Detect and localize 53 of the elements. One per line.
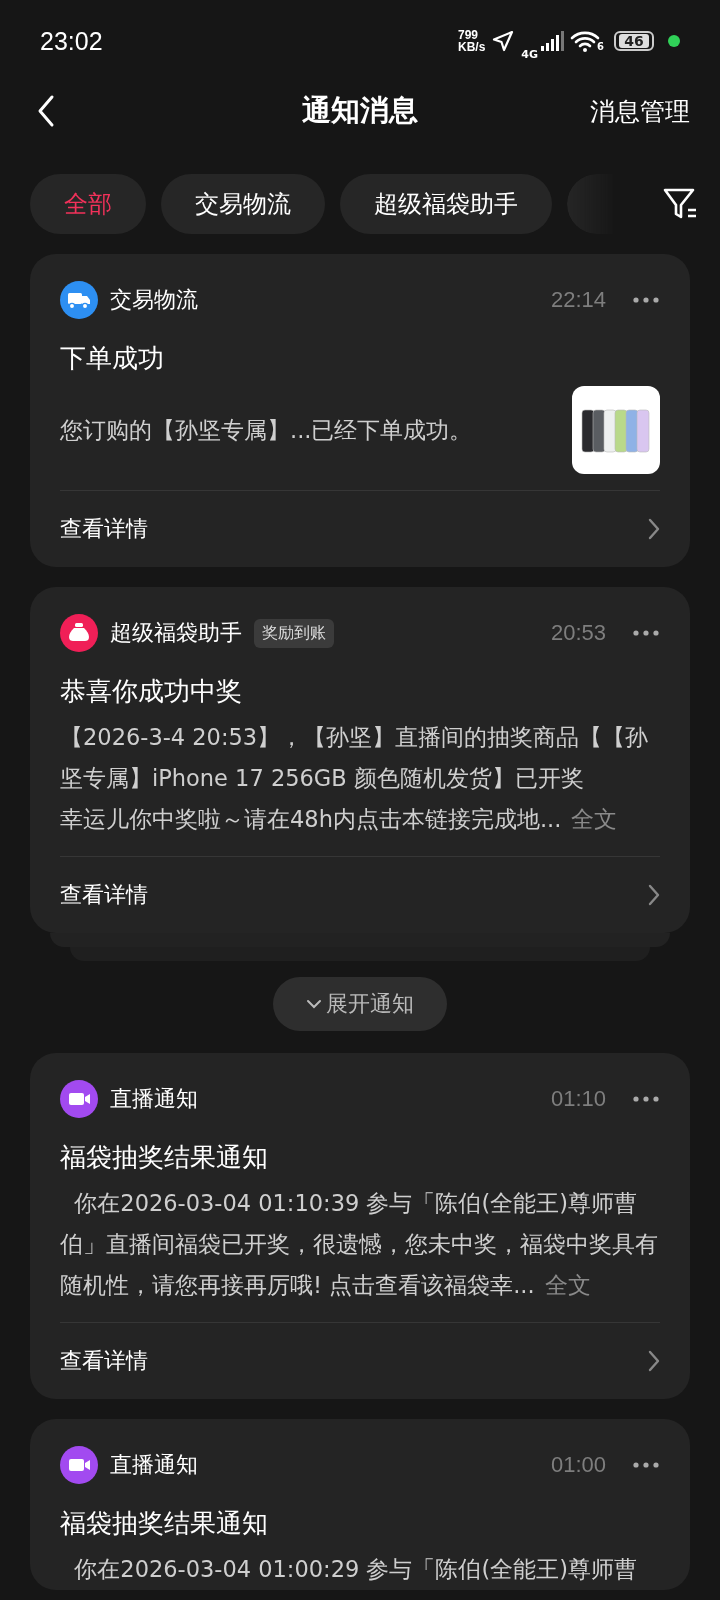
notification-text: 【2026-3-4 20:53】，【孙坚】直播间的抽奖商品【【孙坚专属】iPhone 17 256GB 颜色随机发货】已开奖 xyxy=(60,723,650,793)
view-details-label: 查看详情 xyxy=(60,1347,148,1375)
privacy-dot xyxy=(668,35,680,47)
network-type: 4G xyxy=(521,47,539,61)
view-details-row[interactable]: 查看详情 xyxy=(60,857,660,933)
notification-text: 你在2026-03-04 01:10:39 参与「陈伯(全能王)尊师曹伯」直播间福袋已开奖，很遗憾，您未中奖，福袋中奖具有随机性，请您再接再厉哦! 点击查看该福袋幸... 全文 xyxy=(60,1189,659,1300)
timestamp: 01:00 xyxy=(550,1452,606,1478)
chevron-right-icon xyxy=(648,884,660,906)
more-icon[interactable] xyxy=(632,1095,660,1103)
timestamp: 20:53 xyxy=(550,620,606,646)
battery: 46 xyxy=(614,31,654,51)
network-speed: 799 KB/s xyxy=(458,29,486,53)
notification-title: 恭喜你成功中奖 xyxy=(60,675,243,708)
notification-title: 福袋抽奖结果通知 xyxy=(60,1507,269,1540)
more-icon[interactable] xyxy=(632,1461,660,1469)
page-title: 通知消息 xyxy=(302,92,418,129)
signal-icon xyxy=(540,31,565,51)
full-text-link[interactable]: 全文 xyxy=(544,1272,591,1298)
notification-text: 幸运儿你中奖啦～请在48h内点击本链接完成地... 全文 xyxy=(60,805,619,834)
truck-icon xyxy=(60,281,98,319)
view-details-label: 查看详情 xyxy=(60,515,148,543)
filter-tab[interactable]: 全部 xyxy=(30,174,146,234)
source-name: 超级福袋助手 xyxy=(110,619,242,647)
reward-tag: 奖励到账 xyxy=(254,618,334,648)
timestamp: 01:10 xyxy=(550,1086,606,1112)
more-icon[interactable] xyxy=(632,296,660,304)
chevron-right-icon xyxy=(648,518,660,540)
view-details-row[interactable]: 查看详情 xyxy=(60,491,660,567)
message-settings-link[interactable]: 消息管理 xyxy=(590,94,690,128)
location-icon xyxy=(491,29,516,53)
filter-tab[interactable]: 交易物流 xyxy=(161,174,325,234)
full-text-link[interactable]: 全文 xyxy=(571,806,618,832)
source-name: 直播通知 xyxy=(110,1451,198,1479)
video-camera-icon xyxy=(60,1080,98,1118)
filter-tab[interactable]: 超级福袋助手 xyxy=(340,174,552,234)
view-details-row[interactable]: 查看详情 xyxy=(60,1323,660,1399)
bag-icon xyxy=(60,614,98,652)
video-camera-icon xyxy=(60,1446,98,1484)
notification-title: 下单成功 xyxy=(60,342,165,375)
chevron-right-icon xyxy=(648,1350,660,1372)
source-name: 直播通知 xyxy=(110,1085,198,1113)
clock: 23:02 xyxy=(40,26,103,56)
more-icon[interactable] xyxy=(632,629,660,637)
source-name: 交易物流 xyxy=(110,286,198,314)
notification-title: 福袋抽奖结果通知 xyxy=(60,1141,269,1174)
timestamp: 22:14 xyxy=(550,287,606,313)
notification-text: 你在2026-03-04 01:00:29 参与「陈伯(全能王)尊师曹 xyxy=(73,1555,638,1584)
notification-text: 您订购的【孙坚专属】...已经下单成功。 xyxy=(60,415,473,445)
chevron-down-icon xyxy=(306,999,322,1009)
wifi-band-label: 6 xyxy=(597,41,604,52)
back-icon[interactable] xyxy=(36,94,56,128)
expand-button[interactable]: 展开通知 xyxy=(273,977,447,1031)
view-details-label: 查看详情 xyxy=(60,881,148,909)
